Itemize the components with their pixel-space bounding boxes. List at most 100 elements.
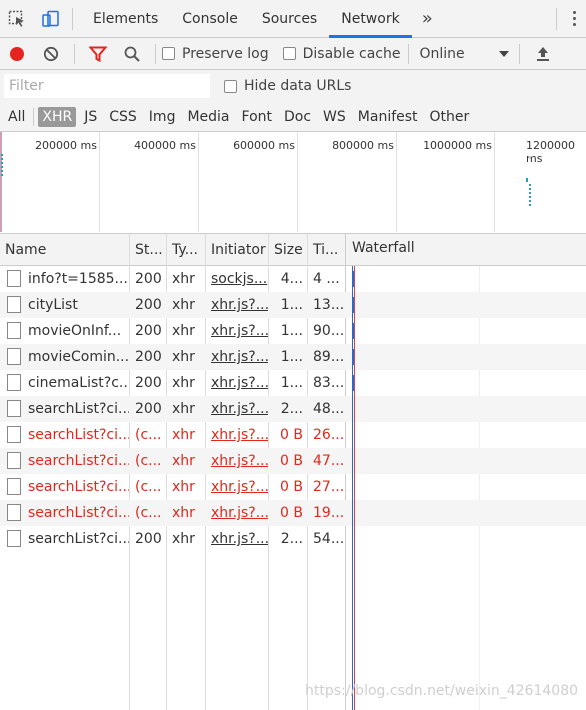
type-filter-media[interactable]: Media [183, 107, 233, 127]
type-filter-all[interactable]: All [4, 107, 29, 127]
cell-name[interactable]: searchList?ci... [0, 448, 129, 474]
type-filter-js[interactable]: JS [80, 107, 101, 127]
cell-initiator[interactable]: sockjs... [206, 266, 268, 292]
type-filter-ws[interactable]: WS [319, 107, 350, 127]
device-toolbar-icon[interactable] [34, 0, 68, 38]
cell-initiator[interactable]: xhr.js?... [206, 292, 268, 318]
request-name[interactable]: info?t=1585... [28, 271, 128, 287]
type-filter-img[interactable]: Img [145, 107, 180, 127]
cell-initiator-text[interactable]: xhr.js?... [211, 401, 268, 417]
cell-size-text: 2... [280, 401, 303, 417]
filter-input[interactable] [4, 74, 210, 98]
more-tabs-icon[interactable]: » [412, 8, 443, 29]
cell-initiator-text[interactable]: xhr.js?... [211, 427, 268, 443]
tab-elements[interactable]: Elements [81, 0, 170, 38]
column-header-type[interactable]: Ty... [167, 234, 205, 266]
import-har-icon[interactable] [526, 38, 560, 70]
cell-name[interactable]: info?t=1585... [0, 266, 129, 292]
cell-initiator[interactable]: xhr.js?... [206, 318, 268, 344]
column-header-initiator[interactable]: Initiator [206, 234, 268, 266]
preserve-log-box[interactable] [162, 47, 175, 60]
type-filter-font[interactable]: Font [238, 107, 276, 127]
record-icon[interactable] [0, 38, 34, 70]
cell-name[interactable]: cityList [0, 292, 129, 318]
column-header-time[interactable]: Ti... [308, 234, 346, 266]
filter-funnel-icon[interactable] [81, 38, 115, 70]
cell-initiator[interactable]: xhr.js?... [206, 448, 268, 474]
request-row[interactable]: searchList?ci... (c... xhr xhr.js?... 0 B 26.… [0, 422, 586, 448]
request-name[interactable]: cinemaList?c... [28, 375, 129, 391]
type-filter-xhr[interactable]: XHR [38, 106, 77, 127]
table-header: Name St... Ty... Initiator Size Ti... Wa… [0, 234, 586, 266]
column-header-waterfall[interactable]: Waterfall [347, 232, 586, 264]
type-filter-other[interactable]: Other [426, 107, 474, 127]
request-row[interactable]: searchList?ci... (c... xhr xhr.js?... 0 B 27.… [0, 474, 586, 500]
cell-initiator-text[interactable]: xhr.js?... [211, 349, 268, 365]
request-row[interactable]: cityList 200 xhr xhr.js?... 1... 13... [0, 292, 586, 318]
network-overview[interactable]: 200000 ms 400000 ms 600000 ms 800000 ms … [0, 132, 586, 234]
cell-initiator-text[interactable]: xhr.js?... [211, 375, 268, 391]
request-name[interactable]: movieComin... [28, 349, 129, 365]
request-row[interactable]: cinemaList?c... 200 xhr xhr.js?... 1... 83... [0, 370, 586, 396]
cell-initiator[interactable]: xhr.js?... [206, 526, 268, 552]
request-name[interactable]: searchList?ci... [28, 427, 129, 443]
cell-name[interactable]: movieComin... [0, 344, 129, 370]
request-row[interactable]: searchList?ci... (c... xhr xhr.js?... 0 B 47.… [0, 448, 586, 474]
column-header-name[interactable]: Name [0, 234, 130, 266]
request-name[interactable]: searchList?ci... [28, 505, 129, 521]
hide-data-urls-box[interactable] [224, 79, 237, 93]
request-row[interactable]: movieOnInf... 200 xhr xhr.js?... 1... 90... [0, 318, 586, 344]
cell-initiator[interactable]: xhr.js?... [206, 370, 268, 396]
clear-icon[interactable] [34, 38, 68, 70]
inspect-element-icon[interactable] [0, 0, 34, 38]
preserve-log-checkbox[interactable]: Preserve log [162, 46, 269, 62]
cell-name[interactable]: cinemaList?c... [0, 370, 129, 396]
cell-type: xhr [167, 448, 205, 474]
cell-name[interactable]: searchList?ci... [0, 474, 129, 500]
column-header-size[interactable]: Size [269, 234, 307, 266]
cell-initiator-text[interactable]: xhr.js?... [211, 505, 268, 521]
request-name[interactable]: searchList?ci... [28, 401, 129, 417]
cell-name[interactable]: searchList?ci... [0, 422, 129, 448]
request-name[interactable]: searchList?ci... [28, 531, 129, 547]
cell-initiator-text[interactable]: xhr.js?... [211, 453, 268, 469]
disable-cache-checkbox[interactable]: Disable cache [282, 46, 400, 62]
cell-name[interactable]: searchList?ci... [0, 526, 129, 552]
hide-data-urls-checkbox[interactable]: Hide data URLs [224, 78, 351, 94]
request-row[interactable]: searchList?ci... 200 xhr xhr.js?... 2... 54..… [0, 526, 586, 552]
request-row[interactable]: searchList?ci... (c... xhr xhr.js?... 0 B 19.… [0, 500, 586, 526]
tab-network[interactable]: Network [329, 0, 412, 38]
cell-initiator[interactable]: xhr.js?... [206, 422, 268, 448]
request-name[interactable]: cityList [28, 297, 78, 313]
cell-initiator[interactable]: xhr.js?... [206, 474, 268, 500]
cell-time: 4 ... [308, 266, 345, 292]
request-name[interactable]: searchList?ci... [28, 479, 129, 495]
disable-cache-box[interactable] [282, 47, 296, 60]
type-filter-css[interactable]: CSS [105, 107, 141, 127]
request-name[interactable]: movieOnInf... [28, 323, 121, 339]
cell-name[interactable]: searchList?ci... [0, 396, 129, 422]
cell-initiator[interactable]: xhr.js?... [206, 500, 268, 526]
cell-initiator-text[interactable]: sockjs... [211, 271, 267, 287]
customize-menu-icon[interactable] [573, 11, 576, 26]
cell-initiator-text[interactable]: xhr.js?... [211, 479, 268, 495]
request-row[interactable]: searchList?ci... 200 xhr xhr.js?... 2... 48..… [0, 396, 586, 422]
request-row[interactable]: movieComin... 200 xhr xhr.js?... 1... 89... [0, 344, 586, 370]
cell-status: 200 [130, 344, 166, 370]
cell-name[interactable]: searchList?ci... [0, 500, 129, 526]
cell-initiator-text[interactable]: xhr.js?... [211, 323, 268, 339]
tab-console[interactable]: Console [170, 0, 250, 38]
cell-initiator-text[interactable]: xhr.js?... [211, 531, 268, 547]
type-filter-manifest[interactable]: Manifest [354, 107, 422, 127]
cell-name[interactable]: movieOnInf... [0, 318, 129, 344]
request-name[interactable]: searchList?ci... [28, 453, 129, 469]
tab-sources[interactable]: Sources [250, 0, 329, 38]
throttling-select[interactable]: Online [415, 46, 513, 62]
request-row[interactable]: info?t=1585... 200 xhr sockjs... 4... 4 ... [0, 266, 586, 292]
search-icon[interactable] [115, 38, 149, 70]
cell-initiator[interactable]: xhr.js?... [206, 396, 268, 422]
cell-initiator[interactable]: xhr.js?... [206, 344, 268, 370]
type-filter-doc[interactable]: Doc [280, 107, 315, 127]
cell-initiator-text[interactable]: xhr.js?... [211, 297, 268, 313]
column-header-status[interactable]: St... [130, 234, 166, 266]
